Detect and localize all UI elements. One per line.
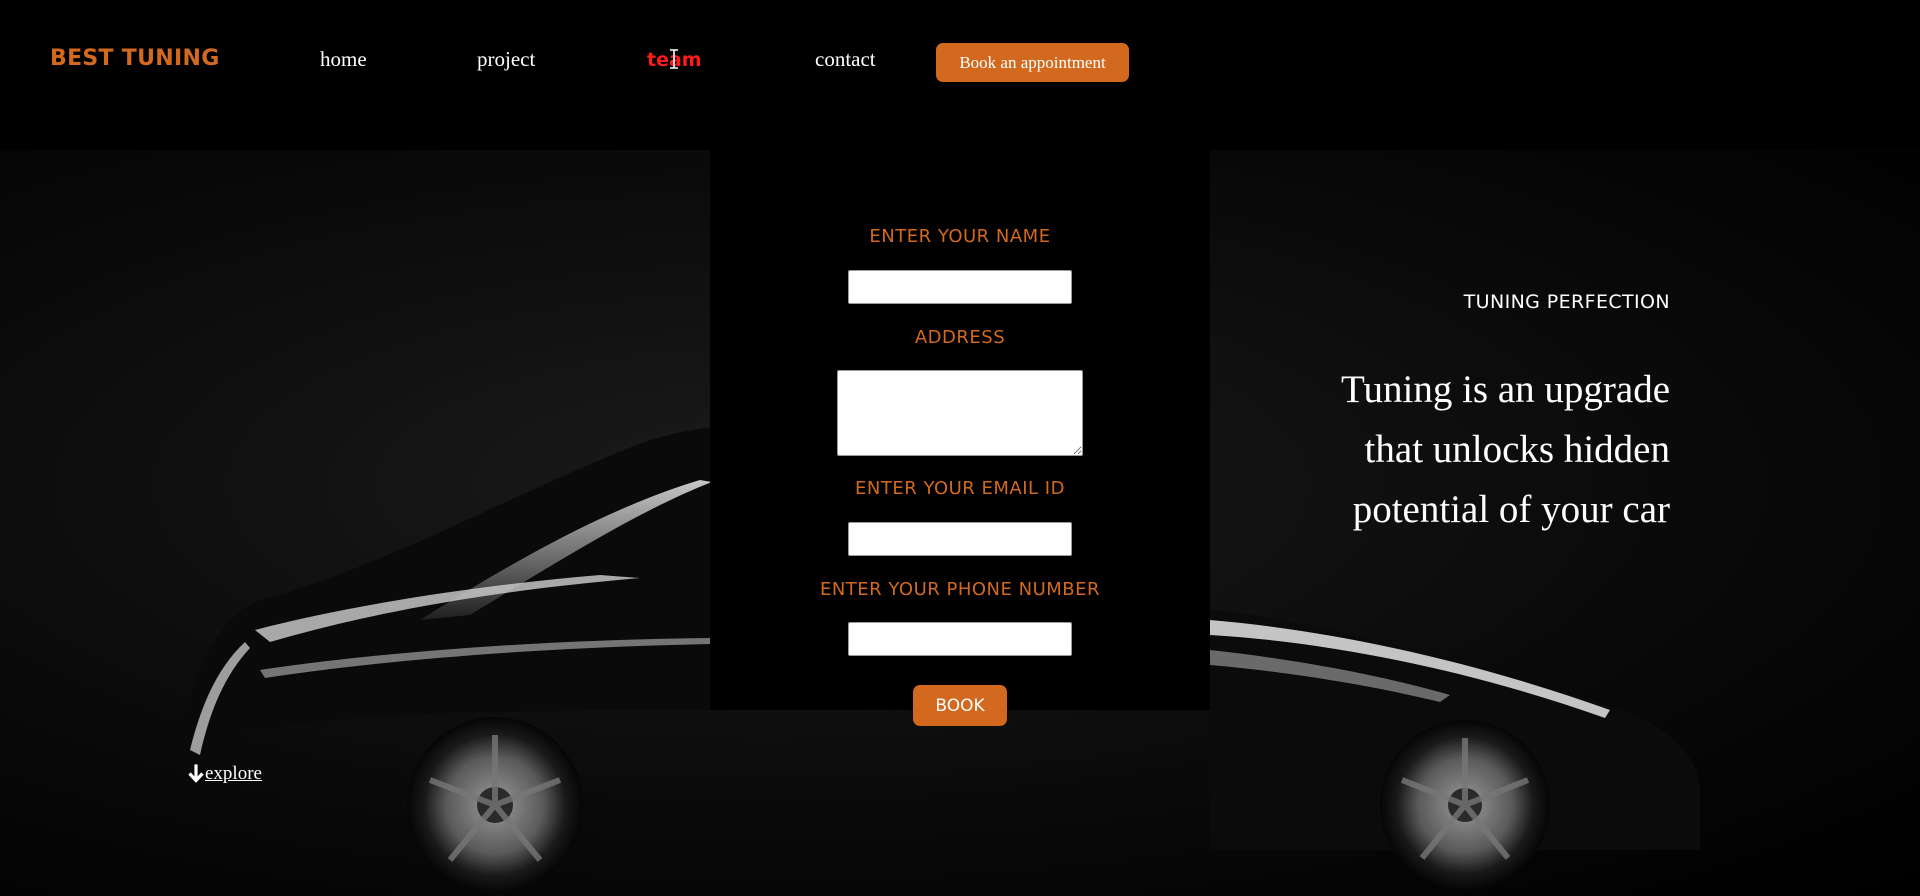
hero-subtitle: TUNING PERFECTION bbox=[1463, 291, 1670, 313]
nav-link-home[interactable]: home bbox=[320, 47, 367, 72]
phone-input[interactable] bbox=[848, 622, 1072, 656]
hero-headline-line: Tuning is an upgrade bbox=[1341, 368, 1670, 411]
navbar: BEST TUNING home project team contact Bo… bbox=[0, 0, 1920, 120]
email-label: ENTER YOUR EMAIL ID bbox=[855, 478, 1065, 499]
explore-label: explore bbox=[205, 763, 262, 784]
hero-headline: Tuning is an upgrade that unlocks hidden… bbox=[1290, 360, 1670, 540]
book-submit-button[interactable]: BOOK bbox=[913, 685, 1007, 726]
text-cursor-icon bbox=[670, 49, 678, 69]
nav-link-project[interactable]: project bbox=[477, 47, 535, 72]
email-input[interactable] bbox=[848, 522, 1072, 556]
explore-link[interactable]: explore bbox=[187, 763, 262, 785]
phone-label: ENTER YOUR PHONE NUMBER bbox=[819, 579, 1101, 600]
booking-form: ENTER YOUR NAME ADDRESS ENTER YOUR EMAIL… bbox=[710, 150, 1210, 726]
book-appointment-button[interactable]: Book an appointment bbox=[936, 43, 1129, 82]
address-textarea[interactable] bbox=[837, 370, 1083, 456]
nav-link-contact[interactable]: contact bbox=[815, 47, 876, 72]
name-label: ENTER YOUR NAME bbox=[869, 226, 1051, 247]
name-input[interactable] bbox=[848, 270, 1072, 304]
address-label: ADDRESS bbox=[914, 327, 1006, 348]
arrow-down-icon bbox=[188, 764, 204, 783]
brand-logo[interactable]: BEST TUNING bbox=[50, 46, 220, 71]
hero-headline-line: that unlocks hidden bbox=[1364, 428, 1670, 471]
hero-headline-line: potential of your car bbox=[1352, 488, 1670, 531]
